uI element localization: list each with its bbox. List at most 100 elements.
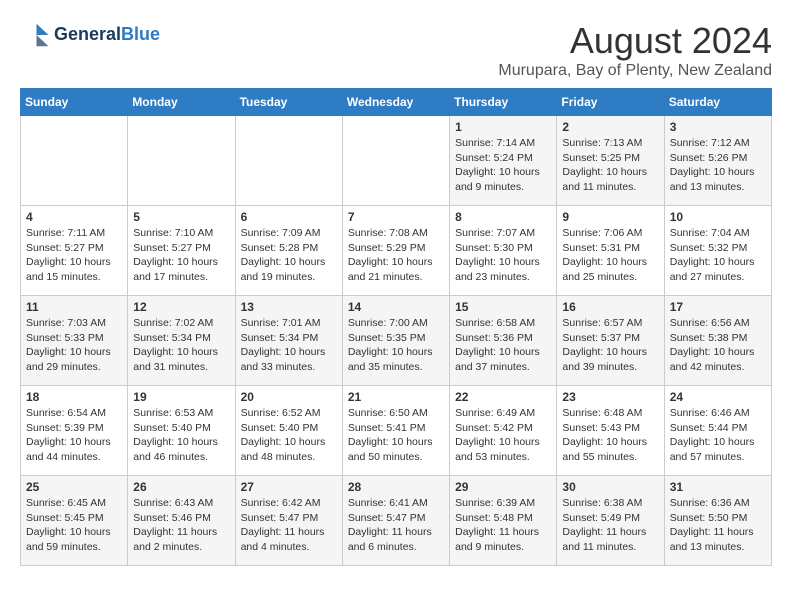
day-info: Sunrise: 7:11 AMSunset: 5:27 PMDaylight:… (26, 226, 122, 285)
calendar-cell: 7 Sunrise: 7:08 AMSunset: 5:29 PMDaylight… (342, 206, 449, 296)
calendar-cell: 3 Sunrise: 7:12 AMSunset: 5:26 PMDaylight… (664, 116, 771, 206)
day-info: Sunrise: 7:10 AMSunset: 5:27 PMDaylight:… (133, 226, 229, 285)
day-number: 19 (133, 390, 229, 404)
day-number: 14 (348, 300, 444, 314)
day-info: Sunrise: 6:46 AMSunset: 5:44 PMDaylight:… (670, 406, 766, 465)
day-info: Sunrise: 7:12 AMSunset: 5:26 PMDaylight:… (670, 136, 766, 195)
subtitle: Murupara, Bay of Plenty, New Zealand (498, 62, 772, 80)
calendar-cell: 21 Sunrise: 6:50 AMSunset: 5:41 PMDayligh… (342, 386, 449, 476)
day-number: 21 (348, 390, 444, 404)
calendar-cell: 31Sunrise: 6:36 AMSunset: 5:50 PMDayligh… (664, 476, 771, 566)
day-info: Sunrise: 6:42 AMSunset: 5:47 PMDaylight:… (241, 496, 337, 555)
day-number: 9 (562, 210, 658, 224)
day-number: 20 (241, 390, 337, 404)
day-info: Sunrise: 6:49 AMSunset: 5:42 PMDaylight:… (455, 406, 551, 465)
day-number: 3 (670, 120, 766, 134)
day-number: 16 (562, 300, 658, 314)
calendar-cell (342, 116, 449, 206)
day-info: Sunrise: 6:48 AMSunset: 5:43 PMDaylight:… (562, 406, 658, 465)
header-day-saturday: Saturday (664, 89, 771, 116)
calendar-week-4: 18 Sunrise: 6:54 AMSunset: 5:39 PMDayligh… (21, 386, 772, 476)
day-info: Sunrise: 7:13 AMSunset: 5:25 PMDaylight:… (562, 136, 658, 195)
calendar-cell: 14Sunrise: 7:00 AMSunset: 5:35 PMDayligh… (342, 296, 449, 386)
main-title: August 2024 (498, 20, 772, 62)
day-info: Sunrise: 6:57 AMSunset: 5:37 PMDaylight:… (562, 316, 658, 375)
calendar-cell: 10 Sunrise: 7:04 AMSunset: 5:32 PMDayligh… (664, 206, 771, 296)
day-number: 26 (133, 480, 229, 494)
calendar-header: SundayMondayTuesdayWednesdayThursdayFrid… (21, 89, 772, 116)
calendar-cell: 4Sunrise: 7:11 AMSunset: 5:27 PMDaylight… (21, 206, 128, 296)
day-info: Sunrise: 7:06 AMSunset: 5:31 PMDaylight:… (562, 226, 658, 285)
calendar-cell: 11 Sunrise: 7:03 AMSunset: 5:33 PMDayligh… (21, 296, 128, 386)
calendar-cell: 9 Sunrise: 7:06 AMSunset: 5:31 PMDaylight… (557, 206, 664, 296)
day-info: Sunrise: 6:54 AMSunset: 5:39 PMDaylight:… (26, 406, 122, 465)
day-number: 17 (670, 300, 766, 314)
header-row: SundayMondayTuesdayWednesdayThursdayFrid… (21, 89, 772, 116)
calendar-cell: 12 Sunrise: 7:02 AMSunset: 5:34 PMDayligh… (128, 296, 235, 386)
calendar-cell: 26 Sunrise: 6:43 AMSunset: 5:46 PMDayligh… (128, 476, 235, 566)
calendar-cell: 1 Sunrise: 7:14 AMSunset: 5:24 PMDaylight… (450, 116, 557, 206)
day-number: 7 (348, 210, 444, 224)
header-day-monday: Monday (128, 89, 235, 116)
calendar-week-1: 1 Sunrise: 7:14 AMSunset: 5:24 PMDaylight… (21, 116, 772, 206)
day-number: 18 (26, 390, 122, 404)
day-number: 5 (133, 210, 229, 224)
calendar-cell: 2 Sunrise: 7:13 AMSunset: 5:25 PMDaylight… (557, 116, 664, 206)
day-number: 30 (562, 480, 658, 494)
calendar-cell: 15 Sunrise: 6:58 AMSunset: 5:36 PMDayligh… (450, 296, 557, 386)
calendar-cell: 29Sunrise: 6:39 AMSunset: 5:48 PMDayligh… (450, 476, 557, 566)
day-info: Sunrise: 6:53 AMSunset: 5:40 PMDaylight:… (133, 406, 229, 465)
day-number: 6 (241, 210, 337, 224)
day-number: 1 (455, 120, 551, 134)
calendar-cell: 24 Sunrise: 6:46 AMSunset: 5:44 PMDayligh… (664, 386, 771, 476)
day-info: Sunrise: 7:03 AMSunset: 5:33 PMDaylight:… (26, 316, 122, 375)
day-number: 15 (455, 300, 551, 314)
day-number: 28 (348, 480, 444, 494)
title-block: August 2024 Murupara, Bay of Plenty, New… (498, 20, 772, 80)
calendar-cell: 6 Sunrise: 7:09 AMSunset: 5:28 PMDaylight… (235, 206, 342, 296)
day-number: 23 (562, 390, 658, 404)
calendar-cell (235, 116, 342, 206)
logo-text-line1: GeneralBlue (54, 25, 160, 45)
day-number: 13 (241, 300, 337, 314)
calendar-cell (128, 116, 235, 206)
calendar-week-5: 25Sunrise: 6:45 AMSunset: 5:45 PMDayligh… (21, 476, 772, 566)
day-info: Sunrise: 6:36 AMSunset: 5:50 PMDaylight:… (670, 496, 766, 555)
calendar-cell: 16 Sunrise: 6:57 AMSunset: 5:37 PMDayligh… (557, 296, 664, 386)
page-header: GeneralBlue August 2024 Murupara, Bay of… (20, 20, 772, 80)
day-info: Sunrise: 7:08 AMSunset: 5:29 PMDaylight:… (348, 226, 444, 285)
header-day-sunday: Sunday (21, 89, 128, 116)
calendar-cell: 18 Sunrise: 6:54 AMSunset: 5:39 PMDayligh… (21, 386, 128, 476)
calendar-week-3: 11 Sunrise: 7:03 AMSunset: 5:33 PMDayligh… (21, 296, 772, 386)
day-info: Sunrise: 6:43 AMSunset: 5:46 PMDaylight:… (133, 496, 229, 555)
day-number: 24 (670, 390, 766, 404)
day-info: Sunrise: 7:02 AMSunset: 5:34 PMDaylight:… (133, 316, 229, 375)
calendar-body: 1 Sunrise: 7:14 AMSunset: 5:24 PMDaylight… (21, 116, 772, 566)
day-info: Sunrise: 6:56 AMSunset: 5:38 PMDaylight:… (670, 316, 766, 375)
calendar-cell: 13Sunrise: 7:01 AMSunset: 5:34 PMDayligh… (235, 296, 342, 386)
calendar-cell: 19 Sunrise: 6:53 AMSunset: 5:40 PMDayligh… (128, 386, 235, 476)
calendar-cell: 5 Sunrise: 7:10 AMSunset: 5:27 PMDaylight… (128, 206, 235, 296)
day-info: Sunrise: 6:45 AMSunset: 5:45 PMDaylight:… (26, 496, 122, 555)
header-day-tuesday: Tuesday (235, 89, 342, 116)
calendar-cell (21, 116, 128, 206)
header-day-thursday: Thursday (450, 89, 557, 116)
day-number: 10 (670, 210, 766, 224)
day-info: Sunrise: 7:04 AMSunset: 5:32 PMDaylight:… (670, 226, 766, 285)
calendar-week-2: 4Sunrise: 7:11 AMSunset: 5:27 PMDaylight… (21, 206, 772, 296)
day-info: Sunrise: 6:58 AMSunset: 5:36 PMDaylight:… (455, 316, 551, 375)
day-number: 27 (241, 480, 337, 494)
calendar-table: SundayMondayTuesdayWednesdayThursdayFrid… (20, 88, 772, 566)
day-info: Sunrise: 7:14 AMSunset: 5:24 PMDaylight:… (455, 136, 551, 195)
day-info: Sunrise: 7:09 AMSunset: 5:28 PMDaylight:… (241, 226, 337, 285)
day-number: 8 (455, 210, 551, 224)
calendar-cell: 30Sunrise: 6:38 AMSunset: 5:49 PMDayligh… (557, 476, 664, 566)
day-info: Sunrise: 6:50 AMSunset: 5:41 PMDaylight:… (348, 406, 444, 465)
calendar-cell: 25Sunrise: 6:45 AMSunset: 5:45 PMDayligh… (21, 476, 128, 566)
day-number: 12 (133, 300, 229, 314)
logo: GeneralBlue (20, 20, 160, 50)
day-number: 11 (26, 300, 122, 314)
day-number: 2 (562, 120, 658, 134)
day-number: 22 (455, 390, 551, 404)
calendar-cell: 8Sunrise: 7:07 AMSunset: 5:30 PMDaylight… (450, 206, 557, 296)
